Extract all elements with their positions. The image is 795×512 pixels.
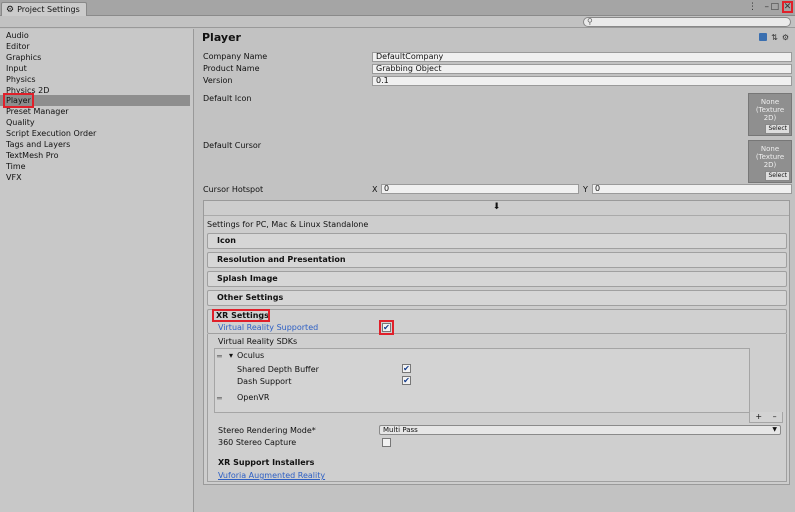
xr-settings-title[interactable]: XR Settings: [216, 311, 269, 320]
oculus-label: Oculus: [237, 351, 265, 360]
stereo-mode-label: Stereo Rendering Mode*: [218, 426, 316, 435]
vr-sdks-label: Virtual Reality SDKs: [218, 337, 298, 346]
page-title: Player: [202, 31, 241, 44]
toolbar: ⚲: [0, 16, 795, 28]
vr-supported-checkbox[interactable]: ✔: [382, 323, 391, 332]
section-splash-image[interactable]: Splash Image: [207, 271, 787, 287]
texture-none-text: None: [760, 98, 780, 106]
xr-installers-title: XR Support Installers: [218, 458, 315, 467]
vr-sdk-list: [214, 348, 750, 413]
stereo-capture-label: 360 Stereo Capture: [218, 438, 297, 447]
product-name-field[interactable]: Grabbing Object: [372, 64, 792, 74]
company-name-field[interactable]: DefaultCompany: [372, 52, 792, 62]
close-button[interactable]: ✕: [782, 1, 793, 13]
drag-handle-icon[interactable]: ═: [217, 352, 222, 361]
vr-supported-label: Virtual Reality Supported: [218, 323, 319, 332]
sidebar-item-editor[interactable]: Editor: [0, 41, 190, 52]
stereo-mode-value: Multi Pass: [383, 426, 418, 434]
sidebar-item-physics[interactable]: Physics: [0, 74, 190, 85]
inspector-panel: Player ⇅ ⚙ Company Name DefaultCompany P…: [195, 29, 795, 512]
default-cursor-slot[interactable]: None (Texture 2D) Select: [748, 140, 792, 183]
sidebar-item-time[interactable]: Time: [0, 161, 190, 172]
vuforia-link[interactable]: Vuforia Augmented Reality: [218, 471, 325, 480]
shared-depth-label: Shared Depth Buffer: [237, 365, 319, 374]
sdk-list-footer: + –: [749, 412, 783, 423]
dash-support-label: Dash Support: [237, 377, 292, 386]
window-tab[interactable]: ⚙ Project Settings: [1, 2, 87, 16]
default-icon-slot[interactable]: None (Texture 2D) Select: [748, 93, 792, 136]
sidebar: Audio Editor Graphics Input Physics Phys…: [0, 29, 194, 512]
sidebar-item-input[interactable]: Input: [0, 63, 190, 74]
cursor-hotspot-label: Cursor Hotspot: [203, 185, 264, 194]
platform-tab-standalone[interactable]: ⬇: [204, 201, 789, 216]
dash-support-checkbox[interactable]: ✔: [402, 376, 411, 385]
hotspot-x-field[interactable]: 0: [381, 184, 579, 194]
sidebar-item-graphics[interactable]: Graphics: [0, 52, 190, 63]
minimize-icon[interactable]: –: [765, 1, 770, 13]
texture-type-text: (Texture 2D): [755, 153, 785, 169]
menu-icon[interactable]: ⋮: [748, 1, 757, 13]
sidebar-item-player[interactable]: Player: [0, 95, 190, 106]
platform-settings-label: Settings for PC, Mac & Linux Standalone: [207, 220, 369, 229]
search-icon: ⚲: [587, 17, 593, 26]
download-icon: ⬇: [492, 202, 501, 212]
version-label: Version: [203, 76, 233, 85]
default-icon-label: Default Icon: [203, 94, 252, 103]
preset-icon[interactable]: ⇅: [771, 33, 778, 42]
default-cursor-label: Default Cursor: [203, 141, 262, 150]
add-sdk-button[interactable]: +: [755, 412, 762, 422]
company-name-label: Company Name: [203, 52, 268, 61]
stereo-mode-dropdown[interactable]: Multi Pass ▼: [379, 425, 781, 435]
sidebar-item-tags-and-layers[interactable]: Tags and Layers: [0, 139, 190, 150]
product-name-label: Product Name: [203, 64, 260, 73]
sidebar-item-quality[interactable]: Quality: [0, 117, 190, 128]
hotspot-y-label: Y: [583, 185, 588, 194]
section-icon[interactable]: Icon: [207, 233, 787, 249]
settings-gear-icon[interactable]: ⚙: [782, 33, 789, 42]
openvr-label: OpenVR: [237, 393, 270, 402]
sidebar-item-textmesh-pro[interactable]: TextMesh Pro: [0, 150, 190, 161]
remove-sdk-button[interactable]: –: [773, 412, 777, 422]
sidebar-item-audio[interactable]: Audio: [0, 30, 190, 41]
default-icon-select-button[interactable]: Select: [765, 124, 790, 134]
search-input[interactable]: ⚲: [583, 17, 791, 27]
gear-icon: ⚙: [6, 4, 15, 15]
sidebar-item-vfx[interactable]: VFX: [0, 172, 190, 183]
section-other-settings[interactable]: Other Settings: [207, 290, 787, 306]
title-bar: ⚙ Project Settings ⋮ – □ ✕: [0, 0, 795, 16]
maximize-icon[interactable]: □: [770, 1, 779, 13]
close-icon: ✕: [783, 2, 792, 12]
shared-depth-checkbox[interactable]: ✔: [402, 364, 411, 373]
section-resolution[interactable]: Resolution and Presentation: [207, 252, 787, 268]
texture-none-text: None: [760, 145, 780, 153]
sidebar-item-script-execution-order[interactable]: Script Execution Order: [0, 128, 190, 139]
chevron-down-icon: ▼: [772, 426, 777, 433]
texture-type-text: (Texture 2D): [755, 106, 785, 122]
hotspot-x-label: X: [372, 185, 378, 194]
oculus-foldout-icon[interactable]: ▾: [229, 351, 233, 360]
window-tab-title: Project Settings: [17, 5, 80, 14]
platform-settings: ⬇ Settings for PC, Mac & Linux Standalon…: [203, 200, 790, 485]
header-icons: ⇅ ⚙: [759, 33, 789, 42]
stereo-capture-checkbox[interactable]: [382, 438, 391, 447]
sidebar-item-preset-manager[interactable]: Preset Manager: [0, 106, 190, 117]
help-book-icon[interactable]: [759, 33, 768, 41]
hotspot-y-field[interactable]: 0: [592, 184, 792, 194]
version-field[interactable]: 0.1: [372, 76, 792, 86]
default-cursor-select-button[interactable]: Select: [765, 171, 790, 181]
drag-handle-icon[interactable]: ═: [217, 394, 222, 403]
